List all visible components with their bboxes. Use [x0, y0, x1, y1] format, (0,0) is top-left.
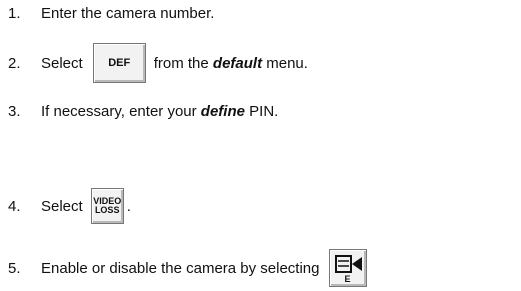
step-4: 4. Select VIDEO LOSS . [0, 188, 131, 224]
camera-button-letter: E [344, 274, 351, 284]
step-number: 2. [8, 54, 21, 72]
define-keyword: define [200, 103, 245, 120]
step-text-post: . [126, 197, 131, 215]
def-button-label: DEF [108, 57, 131, 69]
step-3: 3. If necessary, enter your define PIN. [0, 103, 278, 120]
step-5: 5. Enable or disable the camera by selec… [0, 249, 367, 287]
step-text-pre: Enable or disable the camera by selectin… [41, 259, 320, 277]
step-number: 1. [8, 5, 21, 22]
step-number: 4. [8, 197, 21, 215]
step-text-pre: If necessary, enter your [41, 103, 197, 120]
step-text: Enter the camera number. [41, 5, 215, 22]
step-number: 3. [8, 103, 21, 120]
step-number: 5. [8, 259, 21, 277]
def-button[interactable]: DEF [92, 43, 146, 83]
step-1: 1. Enter the camera number. [0, 5, 214, 22]
default-keyword: default [212, 54, 263, 72]
camera-enable-button[interactable]: E [328, 249, 367, 287]
step-2: 2. Select DEF from the default menu. [0, 43, 308, 83]
step-text-mid: from the [153, 54, 209, 72]
step-text-post: PIN. [249, 103, 279, 120]
step-text-pre: Select [41, 197, 83, 215]
video-loss-label-line2: LOSS [94, 205, 120, 215]
step-text-pre: Select [41, 54, 83, 72]
step-text-post: menu. [266, 54, 308, 72]
camera-icon [334, 255, 362, 273]
video-loss-button[interactable]: VIDEO LOSS [90, 188, 124, 224]
